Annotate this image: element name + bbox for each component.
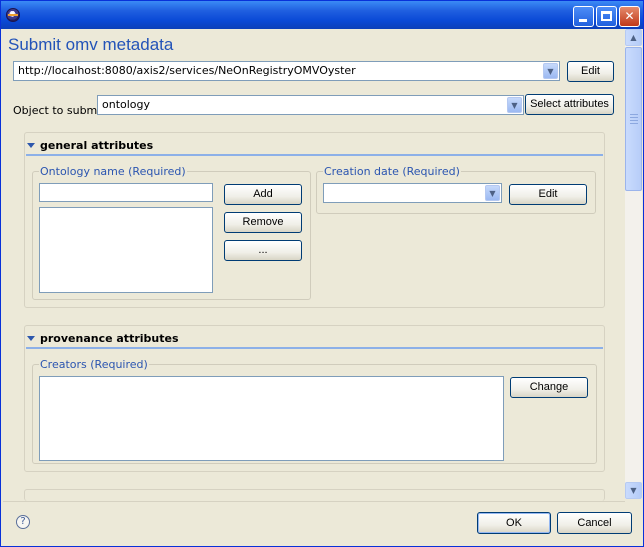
general-attributes-title[interactable]: general attributes (40, 139, 153, 152)
close-icon: ✕ (624, 9, 635, 23)
object-to-submit-combo[interactable]: ontology ▼ (97, 95, 524, 115)
maximize-button[interactable] (596, 6, 617, 27)
creation-date-combo[interactable]: ▼ (323, 183, 502, 203)
maximize-icon (601, 11, 612, 21)
vertical-scrollbar[interactable]: ▲ ▼ (625, 29, 642, 499)
minimize-icon (579, 19, 587, 22)
next-section-partial (24, 489, 605, 501)
section-divider (26, 154, 603, 156)
provenance-attributes-title[interactable]: provenance attributes (40, 332, 179, 345)
object-to-submit-label: Object to submit (13, 104, 105, 117)
ontology-name-input[interactable] (39, 183, 213, 202)
eclipse-icon (6, 8, 20, 22)
close-button[interactable]: ✕ (619, 6, 640, 27)
page-title: Submit omv metadata (8, 35, 174, 54)
object-to-submit-value: ontology (102, 98, 151, 111)
add-button[interactable]: Add (224, 184, 302, 205)
cancel-button[interactable]: Cancel (557, 512, 632, 534)
chevron-down-icon[interactable]: ▼ (543, 63, 558, 79)
ontology-name-list[interactable] (39, 207, 213, 293)
change-button[interactable]: Change (510, 377, 588, 398)
ok-button[interactable]: OK (477, 512, 551, 534)
chevron-down-icon[interactable]: ▼ (485, 185, 500, 201)
select-attributes-button[interactable]: Select attributes (525, 94, 614, 115)
scroll-down-button[interactable]: ▼ (625, 482, 642, 499)
chevron-down-icon[interactable] (27, 336, 35, 341)
scroll-up-button[interactable]: ▲ (625, 29, 642, 46)
dialog-window: ✕ Submit omv metadata http://localhost:8… (0, 0, 644, 547)
ontology-name-label: Ontology name (Required) (39, 165, 187, 178)
section-divider (26, 347, 603, 349)
creation-date-edit-button[interactable]: Edit (509, 184, 587, 205)
title-bar: ✕ (1, 1, 643, 29)
registry-url-combo[interactable]: http://localhost:8080/axis2/services/NeO… (13, 61, 560, 81)
remove-button[interactable]: Remove (224, 212, 302, 233)
registry-url-value: http://localhost:8080/axis2/services/NeO… (18, 64, 356, 77)
scrollbar-thumb[interactable] (625, 47, 642, 191)
creators-list[interactable] (39, 376, 504, 461)
more-button[interactable]: ... (224, 240, 302, 261)
footer-separator (3, 501, 625, 502)
registry-edit-button[interactable]: Edit (567, 61, 614, 82)
help-icon[interactable]: ? (16, 515, 30, 529)
minimize-button[interactable] (573, 6, 594, 27)
chevron-down-icon[interactable]: ▼ (507, 97, 522, 113)
creators-label: Creators (Required) (39, 358, 149, 371)
creation-date-label: Creation date (Required) (323, 165, 461, 178)
chevron-down-icon[interactable] (27, 143, 35, 148)
